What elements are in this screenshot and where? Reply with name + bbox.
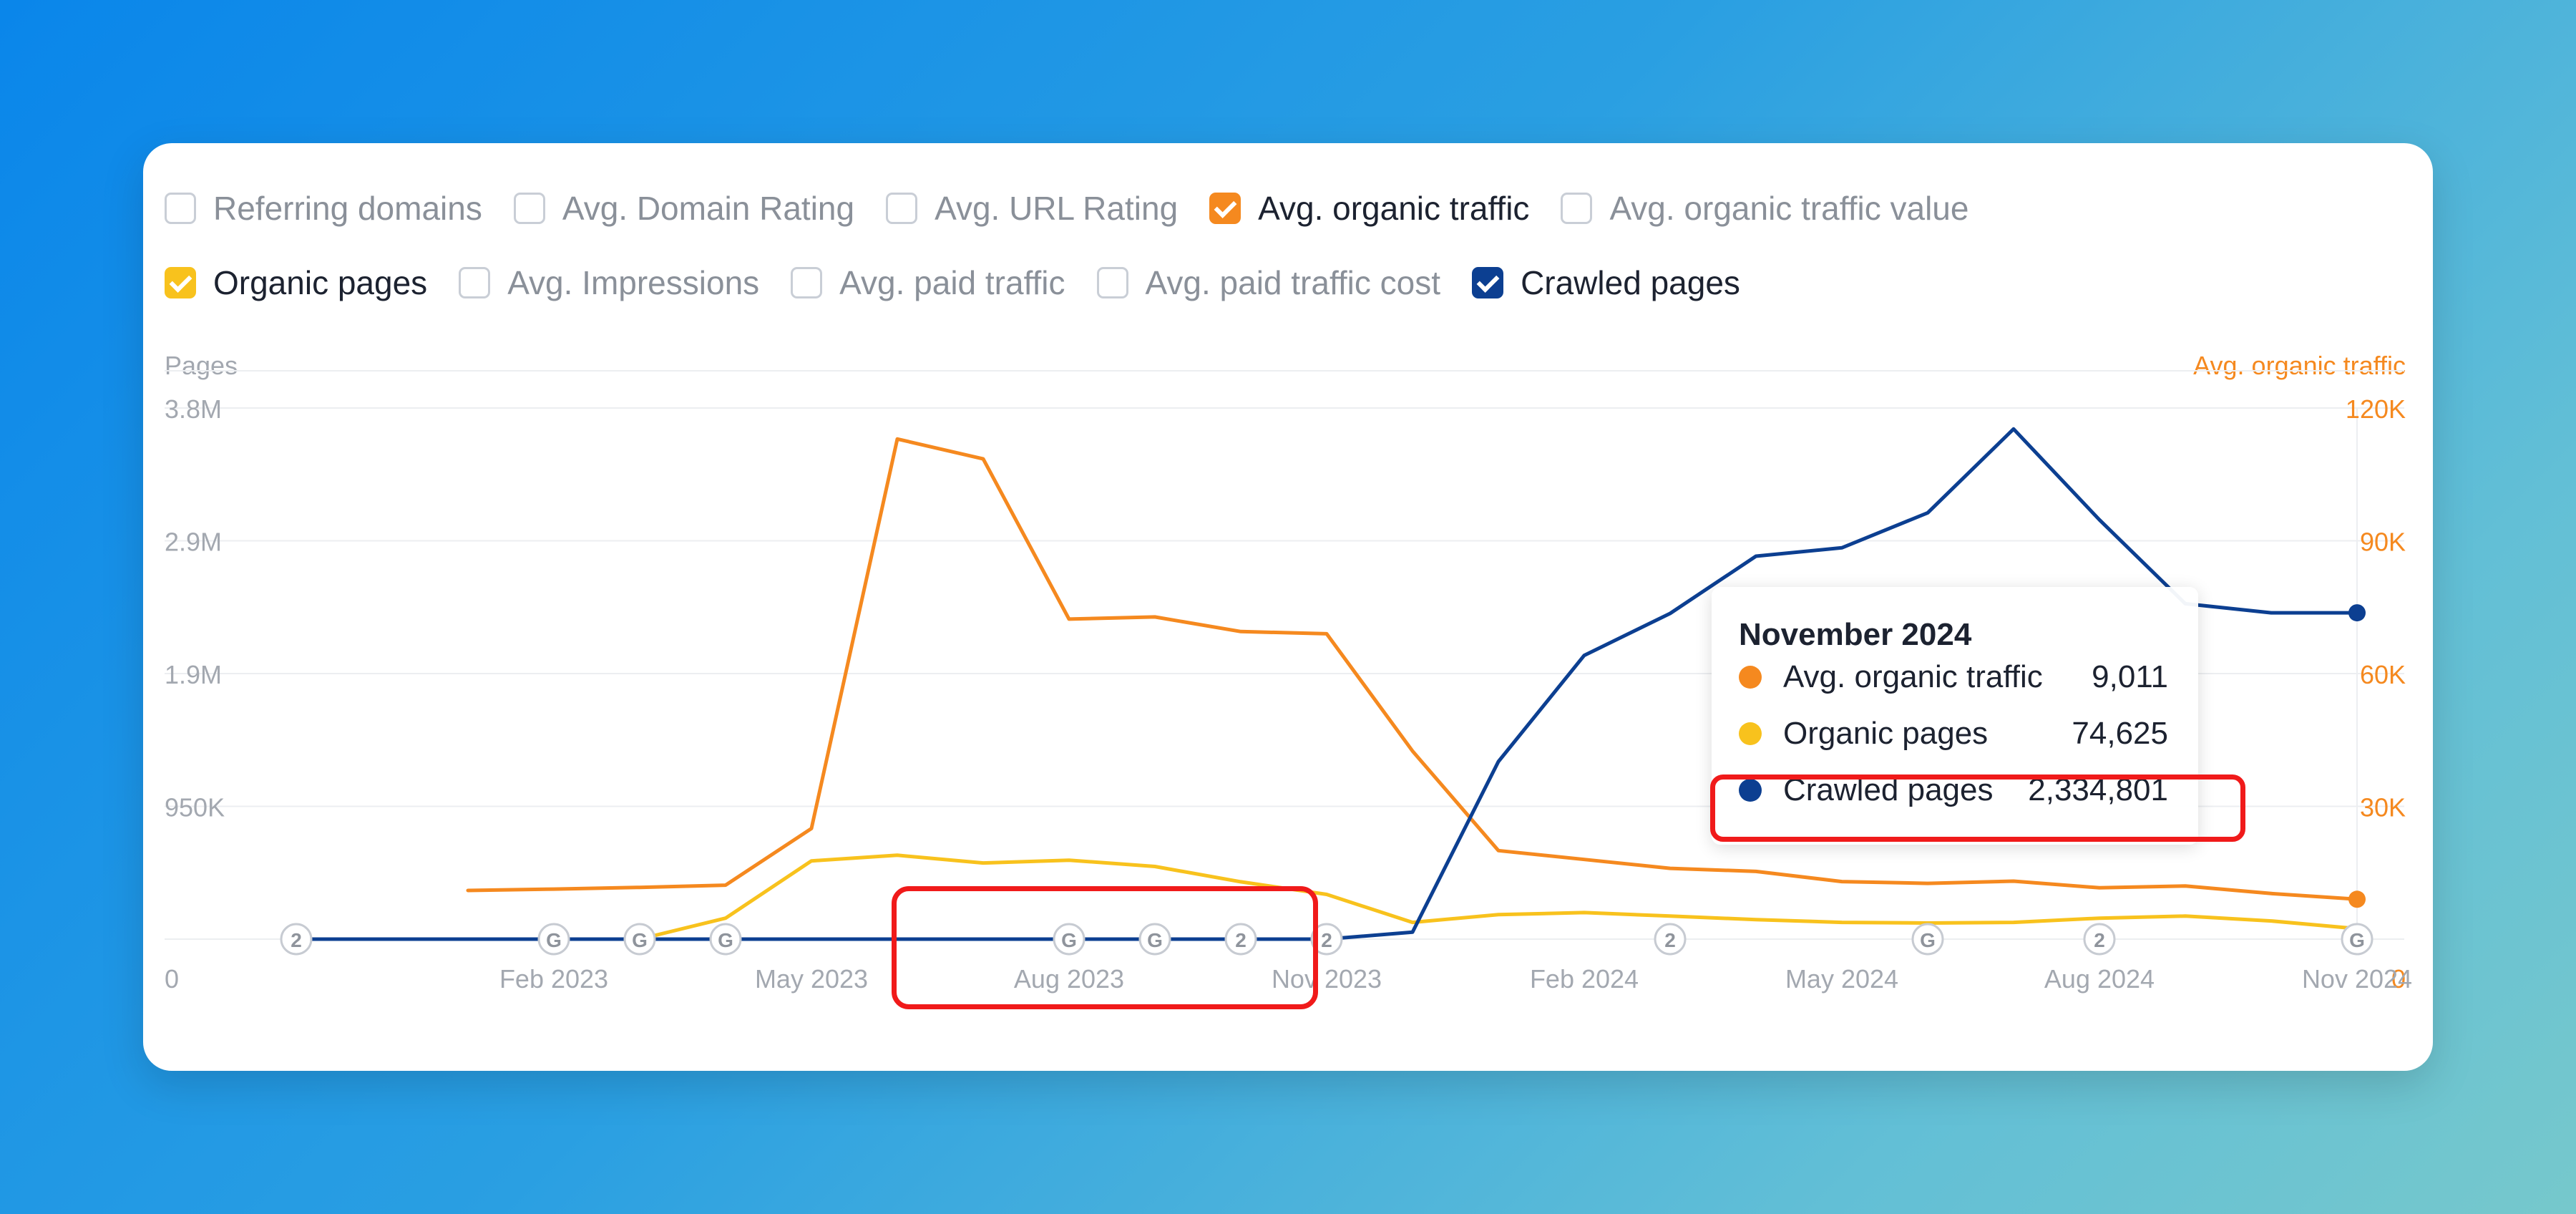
tooltip-label: Avg. organic traffic — [1783, 659, 2043, 694]
highlight-box-aug-nov-2023 — [892, 886, 1318, 1009]
event-marker-label: G — [718, 929, 733, 951]
event-marker-label: 2 — [291, 929, 302, 951]
right-tick-label: 120K — [2346, 394, 2406, 424]
event-marker-label: G — [2349, 929, 2365, 951]
event-marker-label: G — [546, 929, 562, 951]
event-marker-label: G — [1920, 929, 1936, 951]
tooltip-title: November 2024 — [1739, 617, 1972, 652]
series-dot-icon — [1739, 722, 1762, 745]
x-tick-label: Aug 2024 — [2044, 964, 2155, 994]
left-tick-label: 3.8M — [165, 394, 222, 424]
chart-card: Referring domains Avg. Domain Rating Avg… — [143, 143, 2433, 1071]
left-tick-label: 2.9M — [165, 528, 222, 557]
x-tick-label: Feb 2023 — [499, 964, 608, 994]
tooltip-row-organic-pages: Organic pages 74,625 — [1739, 712, 2168, 755]
series-endpoint — [2348, 890, 2366, 908]
x-tick-label: May 2024 — [1785, 964, 1898, 994]
x-tick-label: May 2023 — [755, 964, 868, 994]
event-marker-label: 2 — [2094, 929, 2105, 951]
event-marker-label: G — [632, 929, 648, 951]
series-dot-icon — [1739, 666, 1762, 689]
tooltip-value: 74,625 — [2072, 716, 2168, 751]
event-marker-label: 2 — [1321, 929, 1332, 951]
x-tick-label: Feb 2024 — [1530, 964, 1639, 994]
left-tick-label: 1.9M — [165, 660, 222, 689]
right-tick-label: 30K — [2360, 793, 2406, 822]
series-endpoint — [2348, 604, 2366, 622]
tooltip-row-avg-organic-traffic: Avg. organic traffic 9,011 — [1739, 656, 2168, 699]
highlight-box-crawled-pages — [1710, 774, 2245, 842]
event-marker-label: 2 — [1664, 929, 1676, 951]
tooltip-label: Organic pages — [1783, 716, 1989, 751]
left-tick-label: 950K — [165, 793, 225, 822]
right-tick-label: 90K — [2360, 528, 2406, 557]
x-tick-label: Nov 2024 — [2302, 964, 2412, 994]
left-tick-label: 0 — [165, 964, 179, 994]
tooltip-value: 9,011 — [2092, 659, 2168, 694]
right-tick-label: 60K — [2360, 660, 2406, 689]
